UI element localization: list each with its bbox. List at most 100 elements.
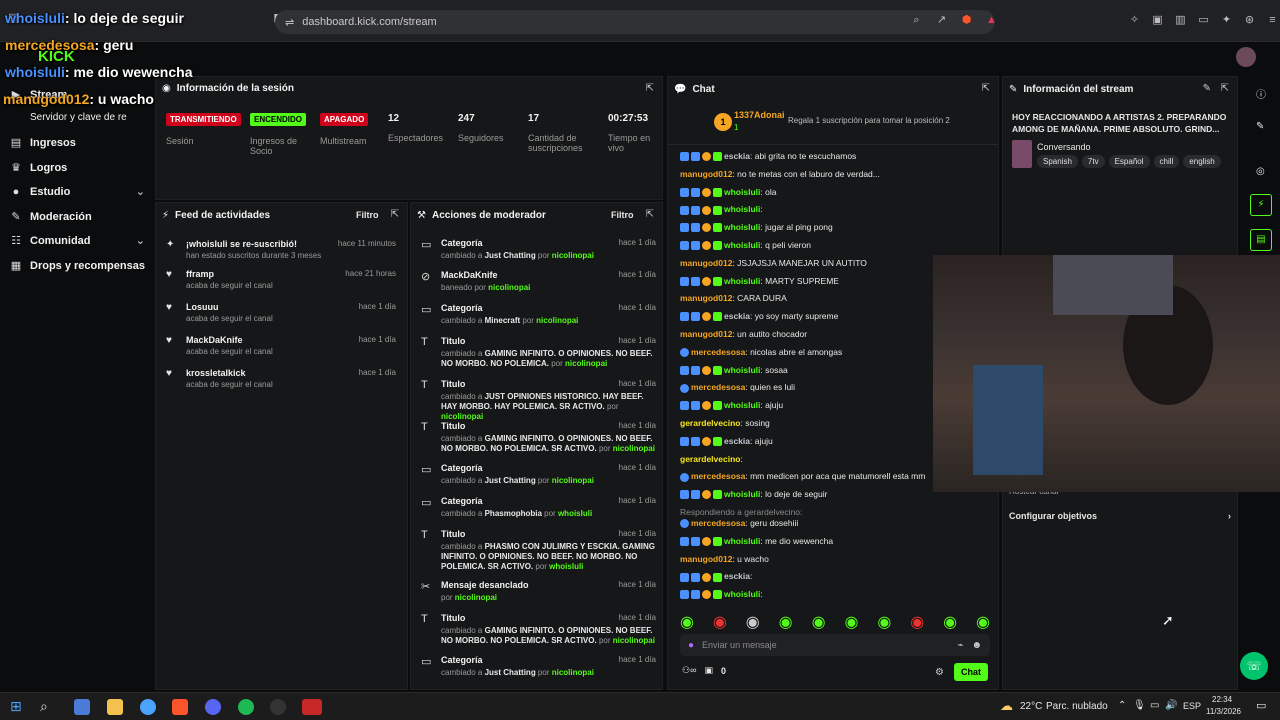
popout-icon[interactable]: ⇱ — [646, 83, 654, 94]
wallet-icon[interactable]: ▭ — [1197, 14, 1210, 27]
commands-icon[interactable]: ⌁ — [957, 640, 963, 651]
feed-item[interactable]: ✦ ¡whoisluli se re-suscribió! han estado s… — [166, 239, 396, 260]
emoji-icon[interactable]: ☻ — [971, 640, 982, 651]
info-icon[interactable]: ⓘ — [1256, 86, 1266, 101]
nav-ingresos[interactable]: ▤ Ingresos — [10, 136, 145, 150]
chat-message[interactable]: esckia: — [680, 569, 990, 583]
avatar[interactable] — [1236, 47, 1256, 67]
volume-icon[interactable]: 🔊 — [1165, 700, 1177, 711]
chat-message[interactable]: esckia: abi grita no te escuchamos — [680, 149, 990, 163]
mod-action-item[interactable]: ⊘ MackDaKnife baneado por nicolinopai hace … — [421, 270, 656, 293]
sidepanel-icon[interactable]: ▥ — [1174, 14, 1187, 27]
emote-icon[interactable]: ◉ — [877, 612, 891, 631]
weather-desc[interactable]: Parc. nublado — [1046, 701, 1108, 712]
menu-icon[interactable]: ≡ — [1266, 14, 1279, 27]
chat-message[interactable]: manugod012: u wacho — [680, 552, 990, 566]
chat-tool-icon[interactable]: ▤ — [1250, 229, 1272, 251]
search-icon[interactable]: ⌕ — [40, 698, 48, 715]
mod-action-item[interactable]: T Titulo cambiado a JUST OPINIONES HISTORI… — [421, 379, 656, 422]
app-icon[interactable] — [302, 699, 322, 715]
stream-tag[interactable]: english — [1183, 155, 1221, 168]
mod-filter-button[interactable]: Filtro — [611, 210, 634, 220]
vpn-icon[interactable]: ⊛ — [1243, 14, 1256, 27]
stream-tag[interactable]: Spanish — [1037, 155, 1078, 168]
stream-tag[interactable]: Español — [1108, 155, 1150, 168]
chat-message[interactable]: whoisluli: — [680, 202, 990, 216]
nav-moderacion[interactable]: ✎ Moderación — [10, 210, 145, 224]
popout-icon[interactable]: ⇱ — [391, 209, 399, 220]
chat-message[interactable]: manugod012: no te metas con el laburo de… — [680, 167, 990, 181]
tray-chevron-icon[interactable]: ⌃ — [1118, 700, 1126, 711]
mod-action-item[interactable]: ▭ Categoría cambiado a Minecraft por nicol… — [421, 303, 656, 326]
emote-icon[interactable]: ◉ — [812, 612, 826, 631]
start-icon[interactable]: ⊞ — [10, 698, 22, 715]
chat-input[interactable]: ● Enviar un mensaje ⌁ ☻ — [680, 634, 990, 656]
feed-item[interactable]: ♥ fframp acaba de seguir el canal hace 21 h… — [166, 269, 396, 290]
settings-gear-icon[interactable]: ⚙ — [935, 667, 944, 678]
leo-icon[interactable]: ✦ — [1220, 14, 1233, 27]
mod-action-item[interactable]: ✂ Mensaje desanclado por nicolinopai hace 1… — [421, 580, 656, 603]
emote-icon[interactable]: ◉ — [746, 612, 760, 631]
stream-tag[interactable]: 7tv — [1081, 155, 1105, 168]
mod-action-item[interactable]: ▭ Categoría cambiado a Just Chatting por n… — [421, 655, 656, 678]
emote-icon[interactable]: ◉ — [779, 612, 793, 631]
nav-comunidad[interactable]: ☷ Comunidad ⌄ — [10, 234, 145, 248]
mod-action-item[interactable]: T Titulo cambiado a GAMING INFINITO. O OPI… — [421, 336, 656, 369]
emote-icon[interactable]: ◉ — [910, 612, 924, 631]
chrome-icon[interactable] — [140, 699, 156, 715]
users-icon[interactable]: ⚇∞ — [682, 665, 696, 676]
obs-icon[interactable] — [270, 699, 286, 715]
chat-message[interactable]: whoisluli: me dio wewencha — [680, 534, 990, 548]
emote-icon[interactable]: ◉ — [680, 612, 694, 631]
mic-icon[interactable]: ● — [688, 640, 694, 651]
chat-message[interactable]: whoisluli: q peli vieron — [680, 238, 990, 252]
screenshot-icon[interactable]: ▣ — [1151, 14, 1164, 27]
nav-estudio[interactable]: ● Estudio ⌄ — [10, 185, 145, 199]
mod-action-item[interactable]: ▭ Categoría cambiado a Phasmophobia por wh… — [421, 496, 656, 519]
site-info-icon[interactable]: ⇌ — [285, 16, 294, 29]
brave-shield-icon[interactable]: ⬢ — [960, 14, 973, 27]
nav-logros[interactable]: ♛ Logros — [10, 161, 145, 175]
share-icon[interactable]: ↗ — [935, 14, 948, 27]
emote-icon[interactable]: ◉ — [844, 612, 858, 631]
pencil-icon[interactable]: ✎ — [1203, 83, 1211, 94]
feed-item[interactable]: ♥ MackDaKnife acaba de seguir el canal hace… — [166, 335, 396, 356]
chat-message[interactable]: whoisluli: ola — [680, 185, 990, 199]
stream-tag[interactable]: chill — [1153, 155, 1180, 168]
popout-icon[interactable]: ⇱ — [646, 209, 654, 220]
spotify-icon[interactable] — [238, 699, 254, 715]
language-indicator[interactable]: ESP — [1183, 701, 1201, 711]
support-button[interactable]: ☏ — [1240, 652, 1268, 680]
pinned-user[interactable]: 1337Adonai — [734, 110, 785, 120]
mic-icon[interactable]: 🎙 — [1133, 700, 1146, 711]
discord-icon[interactable] — [205, 699, 221, 715]
mod-action-item[interactable]: ▭ Categoría cambiado a Just Chatting por n… — [421, 463, 656, 486]
send-chat-button[interactable]: Chat — [954, 663, 988, 681]
chat-message[interactable]: mercedesosa: geru dosehiii — [680, 516, 990, 530]
feed-filter-button[interactable]: Filtro — [356, 210, 379, 220]
popout-icon[interactable]: ⇱ — [982, 83, 990, 94]
notification-icon[interactable]: ▭ — [1256, 699, 1266, 712]
copilot-icon[interactable] — [74, 699, 90, 715]
bolt-tool-icon[interactable]: ⚡ — [1250, 194, 1272, 216]
network-icon[interactable]: ▭ — [1150, 700, 1159, 711]
weather-temp[interactable]: 22°C — [1020, 701, 1042, 712]
clock-time[interactable]: 22:34 — [1212, 695, 1232, 704]
brave-icon[interactable] — [172, 699, 188, 715]
emote-icon[interactable]: ◉ — [713, 612, 727, 631]
zoom-icon[interactable]: ⌕ — [910, 14, 923, 27]
mod-action-item[interactable]: T Titulo cambiado a GAMING INFINITO. O OPI… — [421, 421, 656, 454]
file-explorer-icon[interactable] — [107, 699, 123, 715]
camera-icon[interactable]: ◎ — [1256, 166, 1265, 177]
address-bar[interactable]: ⇌ dashboard.kick.com/stream — [275, 10, 995, 34]
feed-item[interactable]: ♥ Losuuu acaba de seguir el canal hace 1 dí… — [166, 302, 396, 323]
emote-icon[interactable]: ◉ — [943, 612, 957, 631]
mod-action-item[interactable]: T Titulo cambiado a GAMING INFINITO. O OPI… — [421, 613, 656, 646]
nav-stream-key[interactable]: Servidor y clave de re — [10, 112, 145, 123]
configure-goals-item[interactable]: Configurar objetivos › — [1009, 511, 1231, 521]
extensions-icon[interactable]: ✧ — [1128, 14, 1141, 27]
chat-message[interactable]: whoisluli: — [680, 587, 990, 601]
emote-icon[interactable]: ◉ — [976, 612, 990, 631]
nav-drops[interactable]: ▦ Drops y recompensas — [10, 259, 145, 273]
clock-date[interactable]: 11/3/2026 — [1206, 707, 1241, 716]
